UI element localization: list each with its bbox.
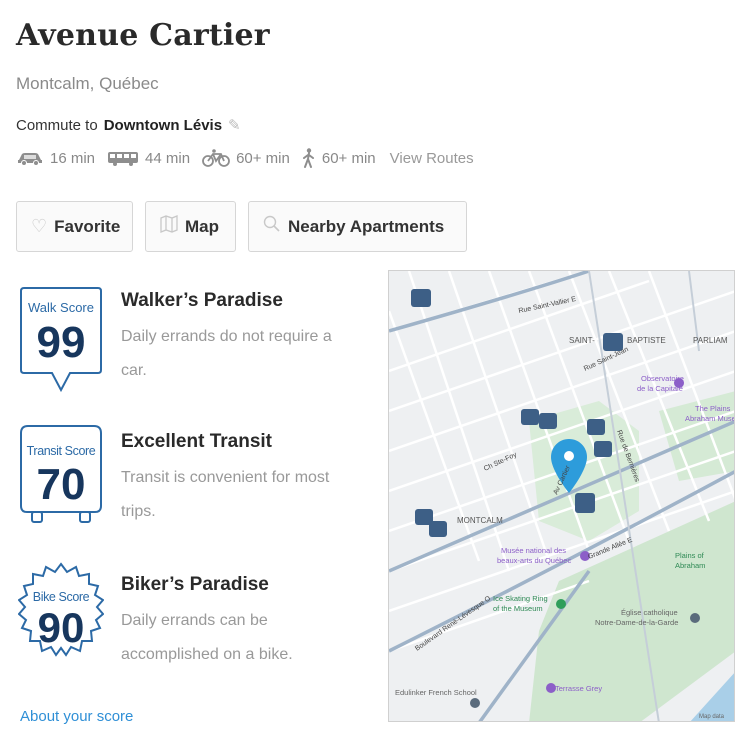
car-icon: [16, 150, 44, 166]
bike-score-desc-2: accomplished on a bike.: [121, 646, 293, 663]
bike-score-label: Bike Score: [32, 590, 90, 604]
transit-score-title: Excellent Transit: [121, 431, 273, 452]
map-icon: [160, 215, 178, 238]
favorite-button-label: Favorite: [54, 216, 121, 236]
walk-score-badge[interactable]: Walk Score 99: [18, 284, 104, 401]
map-label-parliament: PARLIAM: [693, 336, 728, 345]
nearby-apartments-button[interactable]: Nearby Apartments: [248, 201, 467, 252]
walk-score-desc-1: Daily errands do not require a: [121, 328, 332, 345]
transit-score-desc-2: trips.: [121, 503, 156, 520]
commute-destination[interactable]: Downtown Lévis: [104, 117, 222, 134]
about-score-link[interactable]: About your score: [20, 708, 133, 725]
walk-icon: [302, 148, 316, 168]
bike-icon: [202, 149, 230, 167]
commute-time-bus: 44 min: [145, 149, 191, 167]
commute-time-car: 16 min: [50, 149, 96, 167]
map-label-terrasse: Terrasse Grey: [555, 684, 602, 693]
bus-icon: [107, 150, 139, 166]
nearby-apartments-label: Nearby Apartments: [288, 216, 445, 236]
map-label-school: Edulinker French School: [395, 688, 477, 697]
bike-score-desc-1: Daily errands can be: [121, 612, 268, 629]
map-label-plains-b: Abraham: [675, 561, 705, 570]
transit-score-badge[interactable]: Transit Score 70: [18, 422, 104, 539]
commute-time-bike: 60+ min: [236, 149, 290, 167]
map-label-plains-top-b: Abraham Museu: [685, 414, 735, 423]
listing-title: Avenue Cartier: [16, 18, 270, 53]
commute-modes: 16 min 44 min 60+ min 60+ min View Route…: [16, 148, 474, 168]
commute-prefix: Commute to: [16, 116, 98, 134]
commute-time-walk: 60+ min: [321, 149, 376, 167]
map-label-eglise-b: Notre-Dame-de-la-Garde: [595, 618, 678, 627]
action-buttons: ♡ Favorite Map Nearby Apartments: [16, 201, 467, 252]
favorite-button[interactable]: ♡ Favorite: [16, 201, 133, 252]
commute-mode-bike[interactable]: 60+ min: [202, 149, 290, 167]
bike-score-value: 90: [37, 604, 85, 651]
transit-score-label: Transit Score: [26, 444, 96, 458]
map-label-saint-baptiste-b: BAPTISTE: [627, 336, 666, 345]
commute-mode-bus[interactable]: 44 min: [107, 150, 190, 167]
commute-mode-car[interactable]: 16 min: [16, 150, 95, 167]
map-label-plains-a: Plains of: [675, 551, 705, 560]
bike-score-title: Biker’s Paradise: [121, 574, 269, 595]
listing-subtitle: Montcalm, Québec: [16, 74, 159, 93]
map-label-observatoire-b: de la Capitale: [637, 384, 683, 393]
walk-score-value: 99: [36, 318, 86, 367]
map-label-ice-a: Ice Skating Ring: [493, 594, 548, 603]
heart-outline-icon: ♡: [31, 216, 48, 236]
commute-line: Commute to Downtown Lévis ✎: [16, 116, 241, 135]
pencil-icon[interactable]: ✎: [228, 116, 241, 134]
map-label-map-data: Map data: [699, 714, 725, 720]
map-label-montcalm: MONTCALM: [457, 516, 503, 525]
bike-score-badge[interactable]: Bike Score 90: [17, 562, 105, 679]
walk-score-title: Walker’s Paradise: [121, 290, 283, 311]
walk-score-text: Walker’s Paradise Daily errands do not r…: [121, 290, 371, 388]
transit-score-text: Excellent Transit Transit is convenient …: [121, 431, 371, 529]
map-label-saint-baptiste-a: SAINT-: [569, 336, 595, 345]
commute-mode-walk[interactable]: 60+ min: [302, 148, 376, 168]
transit-score-value: 70: [36, 460, 86, 509]
neighborhood-map[interactable]: SAINT- BAPTISTE PARLIAM MONTCALM Observa…: [388, 270, 735, 722]
view-routes-link[interactable]: View Routes: [390, 150, 474, 167]
walk-score-desc-2: car.: [121, 362, 147, 379]
map-label-ice-b: of the Museum: [493, 604, 543, 613]
map-label-eglise-a: Église catholique: [621, 608, 678, 617]
walk-score-label: Walk Score: [28, 300, 94, 315]
map-label-plains-top-a: The Plains: [695, 404, 731, 413]
search-icon: [263, 215, 281, 238]
transit-score-desc-1: Transit is convenient for most: [121, 469, 330, 486]
map-label-musee-b: beaux-arts du Québec: [497, 556, 571, 565]
map-label-musee-a: Musée national des: [501, 546, 566, 555]
map-button[interactable]: Map: [145, 201, 236, 252]
bike-score-text: Biker’s Paradise Daily errands can be ac…: [121, 574, 371, 672]
map-label-observatoire-a: Observatoire: [641, 374, 684, 383]
map-button-label: Map: [185, 216, 219, 236]
